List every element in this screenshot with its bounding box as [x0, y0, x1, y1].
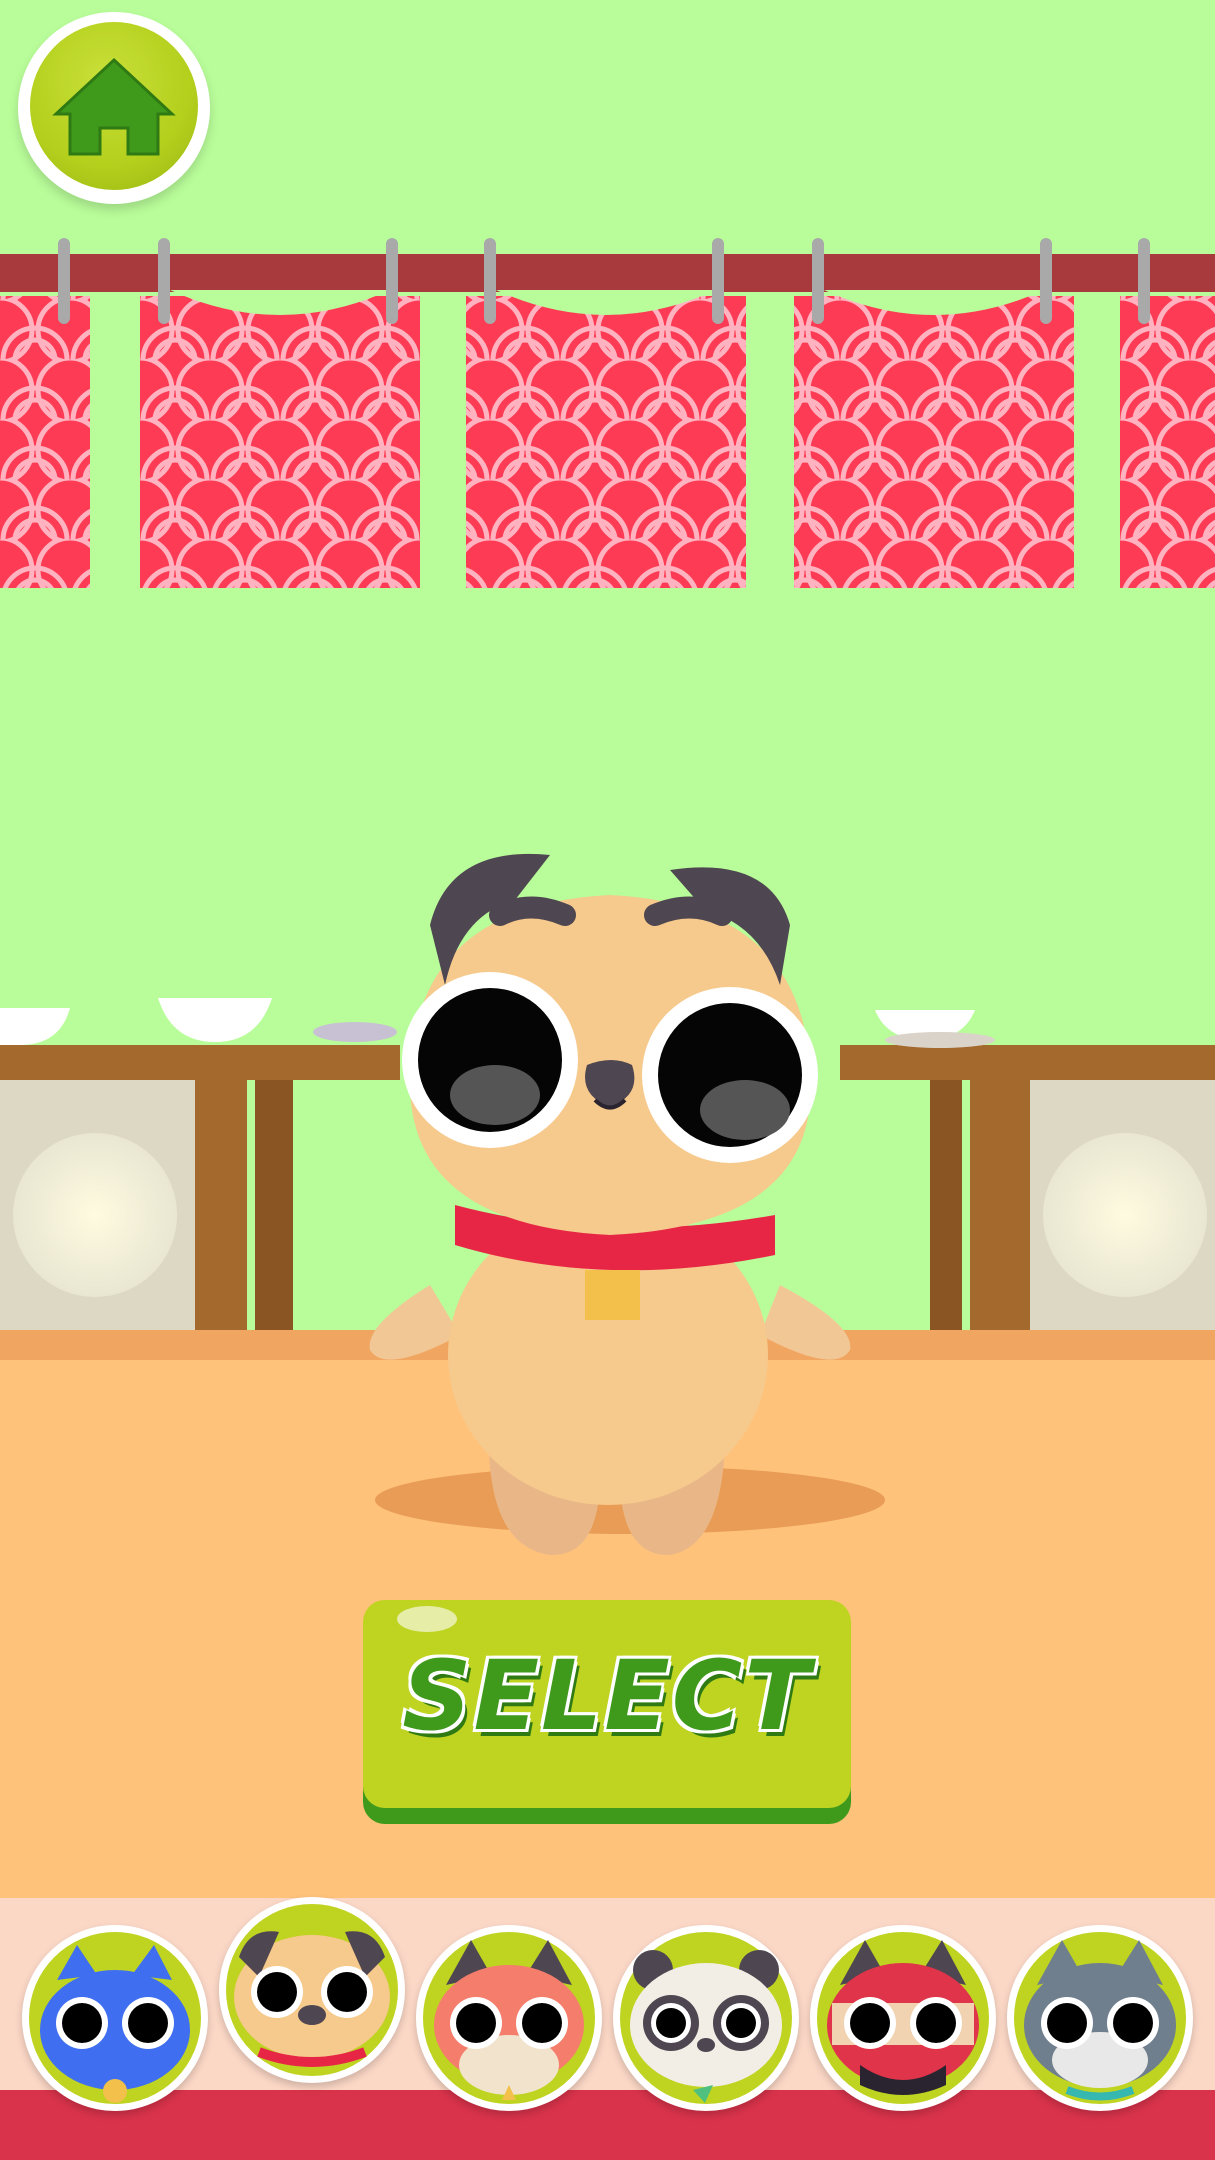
- curtains: [0, 290, 1215, 588]
- character-slot-wolf[interactable]: [1007, 1925, 1193, 2111]
- home-button[interactable]: [18, 12, 210, 204]
- character-slot-fox[interactable]: [416, 1925, 602, 2111]
- ninja-cat-icon: [817, 1932, 989, 2104]
- panda-icon: [620, 1932, 792, 2104]
- home-icon: [52, 57, 176, 156]
- character-slot-pug[interactable]: [219, 1897, 405, 2083]
- pug-character: [369, 853, 851, 1556]
- select-label: SELECT: [402, 1640, 812, 1752]
- wolf-icon: [1014, 1932, 1186, 2104]
- character-slot-panda[interactable]: [613, 1925, 799, 2111]
- fox-icon: [423, 1932, 595, 2104]
- character-slot-blue-cat[interactable]: [22, 1925, 208, 2111]
- blue-cat-icon: [29, 1932, 201, 2104]
- pug-icon: [226, 1904, 398, 2076]
- select-button[interactable]: SELECT: [363, 1600, 851, 1824]
- character-slot-ninja-cat[interactable]: [810, 1925, 996, 2111]
